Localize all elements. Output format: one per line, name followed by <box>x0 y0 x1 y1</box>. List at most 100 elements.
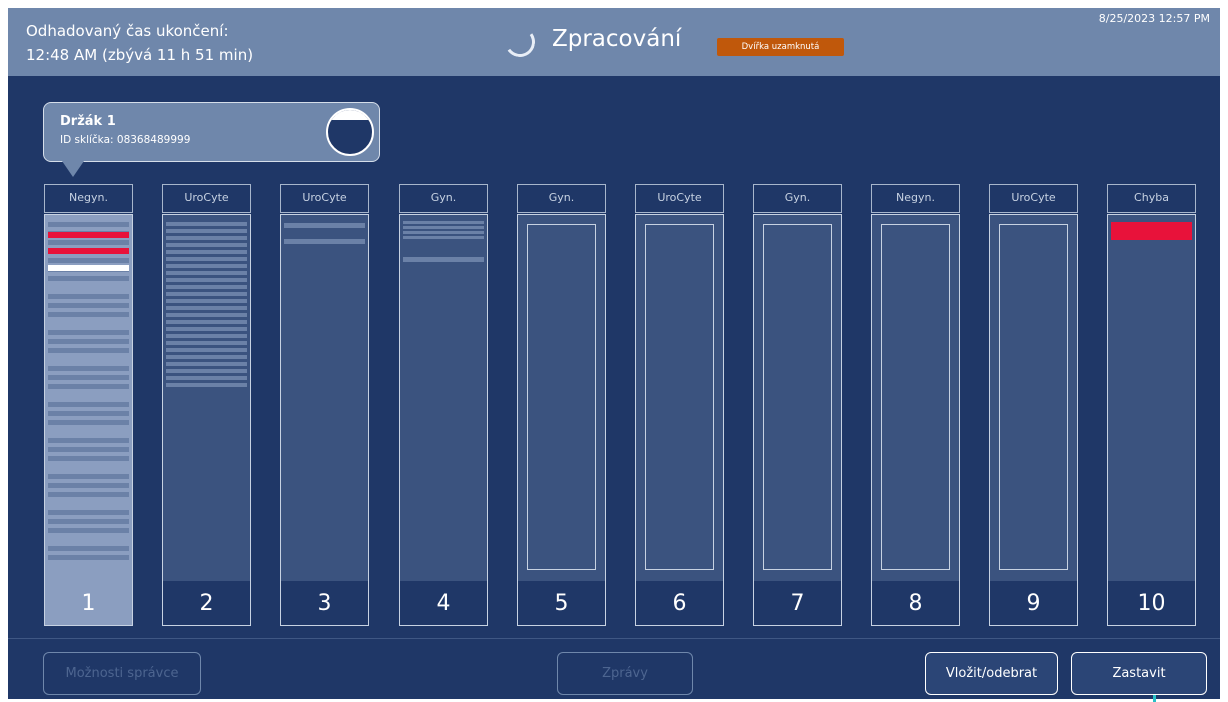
slide-marker <box>48 483 129 488</box>
slide-marker <box>48 456 129 461</box>
rack-3[interactable] <box>280 214 369 626</box>
slide-marker <box>166 250 247 254</box>
stop-button[interactable]: Zastavit <box>1071 652 1207 695</box>
slide-marker <box>48 510 129 515</box>
slide-marker <box>48 348 129 353</box>
slide-marker <box>48 258 129 263</box>
empty-slot <box>645 224 714 570</box>
rack-7[interactable] <box>753 214 842 626</box>
eta-label: Odhadovaný čas ukončení: <box>26 22 229 40</box>
rack-number[interactable]: 7 <box>753 581 842 626</box>
slide-marker <box>284 223 365 228</box>
rack-number[interactable]: 1 <box>44 581 133 626</box>
rack-type-label: UroCyte <box>280 184 369 213</box>
status-title: Zpracování <box>552 26 682 52</box>
slide-marker <box>1111 234 1192 240</box>
rack-type-label: Negyn. <box>871 184 960 213</box>
slide-marker <box>48 402 129 407</box>
slide-marker <box>166 278 247 282</box>
rack-type-label: UroCyte <box>989 184 1078 213</box>
rack-9[interactable] <box>989 214 1078 626</box>
slide-marker <box>48 222 129 227</box>
slide-marker <box>166 222 247 226</box>
slide-marker <box>166 236 247 240</box>
empty-slot <box>763 224 832 570</box>
touch-cursor <box>1153 695 1156 702</box>
rack-number[interactable]: 9 <box>989 581 1078 626</box>
rack-number[interactable]: 4 <box>399 581 488 626</box>
slide-marker <box>48 555 129 560</box>
messages-button[interactable]: Zprávy <box>557 652 693 695</box>
rack-5[interactable] <box>517 214 606 626</box>
rack-6[interactable] <box>635 214 724 626</box>
slide-marker <box>48 375 129 380</box>
door-locked-badge: Dvířka uzamknutá <box>717 38 844 56</box>
rack-number[interactable]: 10 <box>1107 581 1196 626</box>
datetime: 8/25/2023 12:57 PM <box>1098 12 1210 25</box>
slide-marker <box>48 265 129 271</box>
slide-marker <box>403 226 484 229</box>
slide-marker <box>48 528 129 533</box>
tooltip-pointer <box>62 161 84 177</box>
slide-marker <box>48 546 129 551</box>
slide-marker <box>48 384 129 389</box>
slide-marker <box>166 362 247 366</box>
slide-marker <box>48 438 129 443</box>
slide-marker <box>166 306 247 310</box>
slide-marker <box>48 294 129 299</box>
slide-marker <box>403 221 484 224</box>
slide-marker <box>48 339 129 344</box>
slide-marker <box>403 236 484 239</box>
rack-2[interactable] <box>162 214 251 626</box>
slide-marker <box>48 232 129 238</box>
rack-type-label: Chyba <box>1107 184 1196 213</box>
slide-marker <box>48 492 129 497</box>
slide-marker <box>403 231 484 234</box>
slide-marker <box>48 411 129 416</box>
slide-marker <box>48 276 129 281</box>
rack-number[interactable]: 6 <box>635 581 724 626</box>
rack-1[interactable] <box>44 214 133 626</box>
slide-marker <box>166 229 247 233</box>
tooltip-slide-id: ID sklíčka: 08368489999 <box>60 134 191 146</box>
rack-type-label: Gyn. <box>517 184 606 213</box>
rack-type-label: Gyn. <box>753 184 842 213</box>
slide-marker <box>166 243 247 247</box>
slide-marker <box>166 299 247 303</box>
rack-type-label: Gyn. <box>399 184 488 213</box>
slide-marker <box>166 292 247 296</box>
rack-type-label: UroCyte <box>162 184 251 213</box>
slide-marker <box>166 257 247 261</box>
rack-number[interactable]: 2 <box>162 581 251 626</box>
rack-10[interactable] <box>1107 214 1196 626</box>
empty-slot <box>999 224 1068 570</box>
slide-marker <box>48 330 129 335</box>
rack-type-label: UroCyte <box>635 184 724 213</box>
slide-marker <box>48 447 129 452</box>
slide-marker <box>166 285 247 289</box>
rack-number[interactable]: 5 <box>517 581 606 626</box>
slide-marker <box>166 341 247 345</box>
eta-value: 12:48 AM (zbývá 11 h 51 min) <box>26 46 254 64</box>
slide-marker <box>284 239 365 244</box>
rack-4[interactable] <box>399 214 488 626</box>
footer-divider <box>8 638 1220 639</box>
admin-options-button[interactable]: Možnosti správce <box>43 652 201 695</box>
rack-type-label: Negyn. <box>44 184 133 213</box>
empty-slot <box>527 224 596 570</box>
slide-marker <box>166 348 247 352</box>
slide-marker <box>48 366 129 371</box>
rack-number[interactable]: 8 <box>871 581 960 626</box>
empty-slot <box>881 224 950 570</box>
vial-fill-level-icon <box>326 108 374 156</box>
slide-marker <box>48 519 129 524</box>
rack-8[interactable] <box>871 214 960 626</box>
slide-marker <box>166 313 247 317</box>
slide-marker <box>48 420 129 425</box>
slide-marker <box>48 240 129 245</box>
rack-number[interactable]: 3 <box>280 581 369 626</box>
slide-marker <box>166 369 247 373</box>
insert-remove-button[interactable]: Vložit/odebrat <box>925 652 1058 695</box>
slide-marker <box>166 327 247 331</box>
slide-marker <box>166 383 247 387</box>
